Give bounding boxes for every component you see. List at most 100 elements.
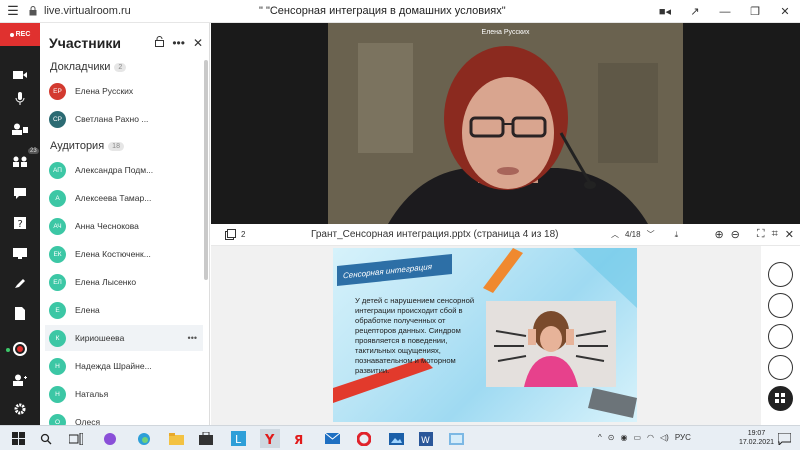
chat-icon[interactable] <box>8 183 32 203</box>
camera-indicator-icon[interactable]: ■◂ <box>650 5 680 18</box>
app-window-icon[interactable] <box>446 429 466 448</box>
drawing-tools <box>761 246 800 425</box>
participant-more-icon[interactable]: ••• <box>188 333 197 343</box>
photos-icon[interactable] <box>386 429 406 448</box>
slide[interactable]: Сенсорная интеграция У детей с нарушение… <box>333 248 637 422</box>
restore-button[interactable]: ❐ <box>740 5 770 18</box>
cortana-icon[interactable] <box>100 429 120 448</box>
line-tool-icon[interactable] <box>768 355 793 380</box>
network-sharing-icon[interactable]: ⊙ <box>608 433 615 442</box>
record-button-icon[interactable] <box>8 339 32 359</box>
volume-icon[interactable]: ◁) <box>660 433 669 442</box>
participant-row[interactable]: А Алексеева Тамар... <box>49 188 203 208</box>
participant-row[interactable]: ЕЛ Елена Лысенко <box>49 272 203 292</box>
avatar: ЕЛ <box>49 273 66 291</box>
screen-share-icon[interactable] <box>8 243 32 263</box>
camera-icon[interactable] <box>8 65 32 85</box>
close-window-button[interactable]: ✕ <box>770 5 800 18</box>
windows-taskbar: L Y Я W ^ ⊙ ◉ ▭ ◠ ◁) РУС 19:07 17.02.202… <box>0 425 800 450</box>
microphone-icon[interactable] <box>8 89 32 109</box>
pen-tool-icon[interactable] <box>768 262 793 287</box>
download-icon[interactable]: ⤓ <box>675 230 679 240</box>
pages-icon[interactable] <box>225 229 236 242</box>
prev-page-icon[interactable]: ︿ <box>611 229 619 240</box>
participant-row[interactable]: СР Светлана Рахно ... <box>49 109 203 129</box>
participant-name: Кириошеева <box>75 333 125 343</box>
participants-icon[interactable] <box>8 119 32 139</box>
more-options-icon[interactable]: ••• <box>172 36 185 50</box>
avatar: ЕР <box>49 82 66 100</box>
search-icon[interactable] <box>36 429 56 448</box>
audience-label: Аудитория <box>50 140 105 152</box>
crop-icon[interactable]: ⌗ <box>772 228 778 241</box>
speaker-video[interactable]: Елена Русских <box>328 23 683 224</box>
participant-row[interactable]: АП Александра Подм... <box>49 160 203 180</box>
word-icon[interactable]: W <box>416 429 436 448</box>
avatar: АЧ <box>49 217 66 235</box>
close-panel-icon[interactable]: ✕ <box>193 36 203 50</box>
brush-tool-icon[interactable] <box>768 293 793 318</box>
system-tray-icons: ^ ⊙ ◉ ▭ ◠ ◁) РУС <box>598 433 691 442</box>
slide-area: Сенсорная интеграция У детей с нарушение… <box>211 246 761 425</box>
yandex-app-icon[interactable]: Y <box>260 429 280 448</box>
participant-row[interactable]: Е Елена <box>49 300 203 320</box>
notifications-icon[interactable] <box>774 429 794 448</box>
app-tray-icon[interactable]: ◉ <box>620 433 627 442</box>
avatar: Е <box>49 301 66 319</box>
clock[interactable]: 19:07 17.02.2021 <box>739 429 774 447</box>
opera-icon[interactable] <box>354 429 374 448</box>
svg-text:Y: Y <box>264 433 275 446</box>
pen-icon[interactable] <box>8 273 32 293</box>
add-user-icon[interactable] <box>8 370 32 390</box>
show-hidden-icon[interactable]: ^ <box>598 433 602 442</box>
participant-row[interactable]: Н Надежда Шрайне... <box>49 356 203 376</box>
battery-icon[interactable]: ▭ <box>633 433 641 442</box>
pages-count: 2 <box>241 230 246 239</box>
participant-row[interactable]: ЕР Елена Русских <box>49 81 203 101</box>
marker-tool-icon[interactable] <box>768 324 793 349</box>
share-icon[interactable]: ↗ <box>680 5 710 18</box>
address-bar[interactable]: live.virtualroom.ru <box>44 5 259 17</box>
zoom-out-icon[interactable]: ⊖ <box>731 228 740 241</box>
people-icon[interactable]: 23 <box>8 148 39 171</box>
participants-count-badge: 23 <box>28 148 39 154</box>
svg-text:W: W <box>421 436 430 446</box>
participant-row[interactable]: ЕК Елена Костюченк... <box>49 244 203 264</box>
language-indicator[interactable]: РУС <box>675 433 691 442</box>
file-explorer-icon[interactable] <box>166 429 186 448</box>
store-icon[interactable] <box>196 429 216 448</box>
speakers-section: Докладчики 2 <box>50 61 127 73</box>
zoom-in-icon[interactable]: ⊕ <box>714 228 723 241</box>
audience-section: Аудитория 18 <box>50 140 124 152</box>
app-l-icon[interactable]: L <box>228 429 248 448</box>
mail-icon[interactable] <box>322 429 342 448</box>
panel-heading: Участники <box>49 35 121 51</box>
lock-icon[interactable] <box>26 6 40 16</box>
fullscreen-icon[interactable]: ⛶ <box>757 228 765 241</box>
grid-tool-icon[interactable] <box>768 386 793 411</box>
minimize-button[interactable]: — <box>710 6 740 18</box>
question-icon[interactable]: ? <box>8 213 32 233</box>
participant-name: Елена <box>75 305 100 315</box>
status-dot <box>6 348 10 352</box>
panel-scrollbar[interactable] <box>204 60 208 280</box>
participant-row[interactable]: К Кириошеева ••• <box>45 325 203 351</box>
lock-icon[interactable] <box>155 36 165 50</box>
windows-start-icon[interactable] <box>8 429 28 448</box>
participant-row[interactable]: Н Наталья <box>49 384 203 404</box>
edge-browser-icon[interactable] <box>134 429 154 448</box>
task-view-icon[interactable] <box>66 429 86 448</box>
next-page-icon[interactable]: ﹀ <box>647 229 655 240</box>
close-presentation-icon[interactable]: ✕ <box>785 228 794 241</box>
document-icon[interactable] <box>8 303 32 323</box>
participant-name: Надежда Шрайне... <box>75 361 152 371</box>
menu-icon[interactable]: ☰ <box>0 0 26 23</box>
wifi-icon[interactable]: ◠ <box>647 433 654 442</box>
avatar: СР <box>49 110 66 128</box>
participant-row[interactable]: АЧ Анна Чеснокова <box>49 216 203 236</box>
settings-icon[interactable] <box>8 399 32 419</box>
presentation-title: Грант_Сенсорная интеграция.pptx (страниц… <box>311 229 559 240</box>
avatar: ЕК <box>49 245 66 263</box>
yandex-browser-icon[interactable]: Я <box>290 429 310 448</box>
rec-indicator[interactable]: REC <box>0 23 40 46</box>
